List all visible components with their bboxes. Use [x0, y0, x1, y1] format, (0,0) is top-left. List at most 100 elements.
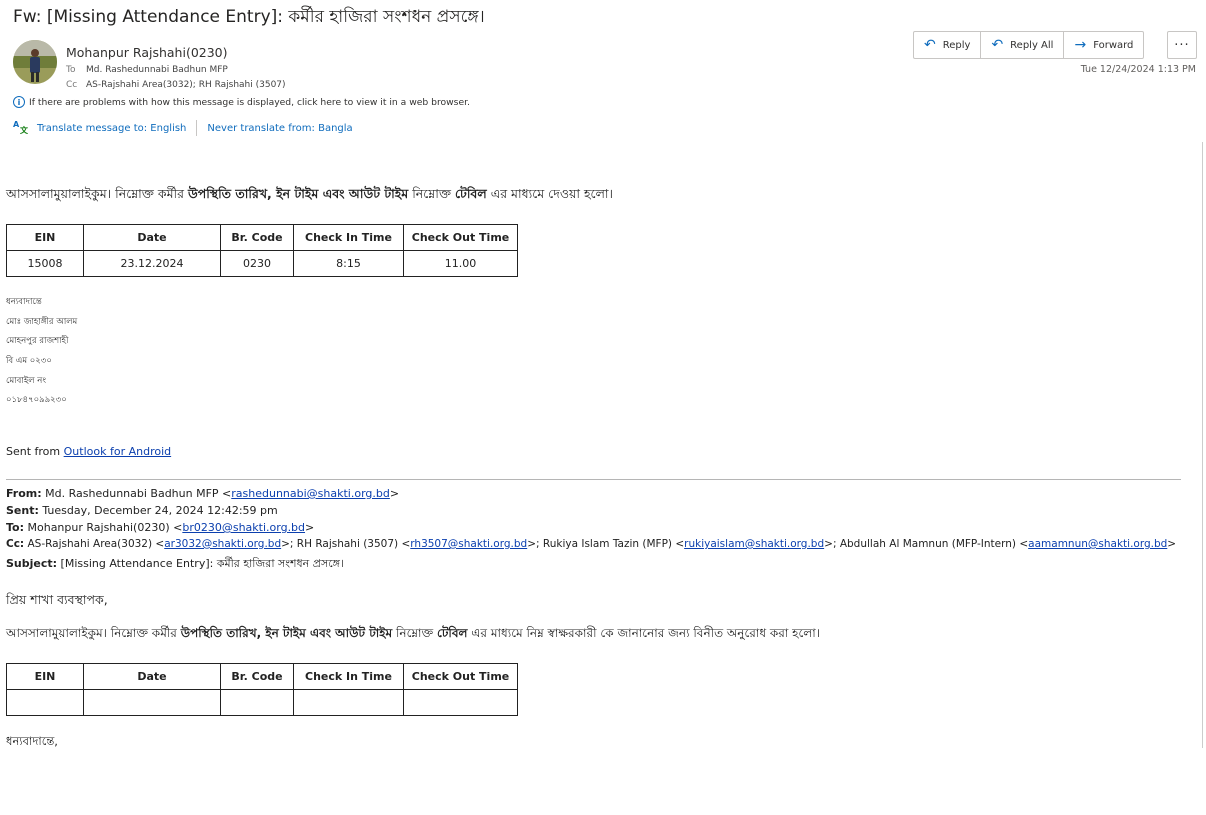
fwd-from-name: Md. Rashedunnabi Badhun MFP — [45, 487, 219, 500]
cc-label: Cc — [66, 80, 78, 90]
to-recipients: To Md. Rashedunnabi Badhun MFP — [66, 65, 228, 75]
col-ein: EIN — [6, 224, 84, 251]
signature-line: মোবাইল নং — [6, 376, 47, 386]
fwd-intro: আসসালামুয়ালাইকুম। নিম্নোক্ত কর্মীর উপস্… — [6, 625, 820, 645]
translate-bar: A文 Translate message to: English Never t… — [13, 120, 353, 136]
fwd-cc-name: Rukiya Islam Tazin (MFP) — [542, 538, 672, 550]
fwd-cc: Cc: AS-Rajshahi Area(3032) <ar3032@shakt… — [6, 538, 1177, 550]
col-br-code: Br. Code — [220, 663, 294, 690]
info-icon: i — [13, 96, 25, 108]
outlook-android-link[interactable]: Outlook for Android — [64, 445, 171, 458]
col-date: Date — [83, 663, 221, 690]
fwd-cc-email[interactable]: ar3032@shakti.org.bd — [164, 538, 281, 550]
fwd-sent: Sent: Tuesday, December 24, 2024 12:42:5… — [6, 504, 278, 517]
col-br-code: Br. Code — [220, 224, 294, 251]
sender-name[interactable]: Mohanpur Rajshahi(0230) — [66, 45, 228, 60]
signature-line: মোঃ জাহাঙ্গীর আলম — [6, 317, 78, 327]
cell-check-out[interactable] — [403, 689, 518, 716]
never-translate-link[interactable]: Never translate from: Bangla — [207, 123, 352, 134]
cell-check-in: 8:15 — [293, 250, 404, 277]
fwd-cc-email[interactable]: rukiyaislam@shakti.org.bd — [684, 538, 824, 550]
signature-line: ধন্যবাদান্তে — [6, 297, 42, 307]
col-check-out: Check Out Time — [403, 224, 518, 251]
fwd-attendance-table: EIN Date Br. Code Check In Time Check Ou… — [6, 663, 518, 716]
fwd-from-label: From: — [6, 487, 42, 500]
fwd-cc-name: AS-Rajshahi Area(3032) — [27, 538, 153, 550]
fwd-intro-bold-2: টেবিল — [437, 626, 468, 640]
table-header-row: EIN Date Br. Code Check In Time Check Ou… — [6, 224, 518, 251]
col-check-in: Check In Time — [293, 224, 404, 251]
info-bar-text: If there are problems with how this mess… — [29, 96, 470, 108]
fwd-subject: Subject: [Missing Attendance Entry]: কর্… — [6, 555, 344, 574]
fwd-from: From: Md. Rashedunnabi Badhun MFP <rashe… — [6, 487, 400, 500]
fwd-to: To: Mohanpur Rajshahi(0230) <br0230@shak… — [6, 521, 315, 534]
signature-line: মোহনপুর রাজশাহী — [6, 336, 69, 346]
table-row: 15008 23.12.2024 0230 8:15 11.00 — [6, 250, 518, 277]
signature-line: বি এম ০২৩০ — [6, 356, 52, 366]
cell-br-code: 0230 — [220, 250, 294, 277]
fwd-intro-text: আসসালামুয়ালাইকুম। নিম্নোক্ত কর্মীর — [6, 626, 177, 640]
forward-label: Forward — [1093, 39, 1134, 51]
fwd-sent-label: Sent: — [6, 504, 39, 517]
fwd-closing: ধন্যবাদান্তে, — [6, 734, 58, 748]
fwd-cc-email[interactable]: rh3507@shakti.org.bd — [410, 538, 527, 550]
fwd-cc-email[interactable]: aamamnun@shakti.org.bd — [1028, 538, 1167, 550]
reply-icon: ↶ — [924, 37, 936, 53]
fwd-subject-label: Subject: — [6, 557, 58, 570]
forward-divider — [6, 479, 1181, 480]
intro-bold: উপস্থিতি তারিখ, ইন টাইম এবং আউট টাইম — [188, 186, 409, 201]
to-label: To — [66, 65, 76, 75]
col-ein: EIN — [6, 663, 84, 690]
sender-avatar[interactable] — [13, 40, 57, 84]
reply-all-button[interactable]: ↶ Reply All — [981, 31, 1065, 59]
sent-from-prefix: Sent from — [6, 445, 61, 458]
cc-recipients: Cc AS-Rajshahi Area(3032); RH Rajshahi (3… — [66, 80, 286, 90]
intro-text: আসসালামুয়ালাইকুম। নিম্নোক্ত কর্মীর — [6, 186, 185, 201]
fwd-to-label: To: — [6, 521, 24, 534]
fwd-cc-name: RH Rajshahi (3507) — [296, 538, 399, 550]
fwd-greeting: প্রিয় শাখা ব্যবস্থাপক, — [6, 592, 108, 607]
reply-label: Reply — [942, 39, 971, 51]
cell-check-in[interactable] — [293, 689, 404, 716]
fwd-sent-value: Tuesday, December 24, 2024 12:42:59 pm — [42, 504, 278, 517]
cell-date: 23.12.2024 — [83, 250, 221, 277]
col-check-out: Check Out Time — [403, 663, 518, 690]
signature-line: ০১৮৪৭০৯৯২৩০ — [6, 395, 67, 405]
table-row — [6, 689, 518, 716]
email-subject: Fw: [Missing Attendance Entry]: কর্মীর হ… — [13, 7, 485, 27]
cell-ein: 15008 — [6, 250, 84, 277]
fwd-cc-label: Cc: — [6, 538, 25, 550]
translate-icon: A文 — [13, 120, 28, 135]
attendance-table: EIN Date Br. Code Check In Time Check Ou… — [6, 224, 518, 277]
cc-value[interactable]: AS-Rajshahi Area(3032); RH Rajshahi (350… — [86, 80, 286, 90]
intro-text-3: এর মাধ্যমে দেওয়া হলো। — [490, 186, 613, 201]
intro-text-2: নিম্নোক্ত — [412, 186, 451, 201]
intro-bold-2: টেবিল — [454, 186, 487, 201]
translate-link[interactable]: Translate message to: English — [37, 123, 186, 134]
sent-from: Sent from Outlook for Android — [6, 445, 171, 458]
message-intro: আসসালামুয়ালাইকুম। নিম্নোক্ত কর্মীর উপস্… — [6, 186, 613, 206]
fwd-subject-value: [Missing Attendance Entry]: কর্মীর হাজির… — [60, 557, 344, 570]
cell-ein[interactable] — [6, 689, 84, 716]
reply-all-icon: ↶ — [991, 37, 1004, 53]
fwd-cc-name: Abdullah Al Mamnun (MFP-Intern) — [839, 538, 1017, 550]
message-actions: ↶ Reply ↶ Reply All → Forward — [913, 31, 1145, 59]
fwd-intro-bold: উপস্থিতি তারিখ, ইন টাইম এবং আউট টাইম — [180, 626, 393, 640]
fwd-to-name: Mohanpur Rajshahi(0230) — [27, 521, 170, 534]
to-value[interactable]: Md. Rashedunnabi Badhun MFP — [86, 65, 228, 75]
fwd-from-email[interactable]: rashedunnabi@shakti.org.bd — [231, 487, 390, 500]
cell-date[interactable] — [83, 689, 221, 716]
reply-all-label: Reply All — [1010, 39, 1054, 51]
reply-button[interactable]: ↶ Reply — [913, 31, 982, 59]
cell-check-out: 11.00 — [403, 250, 518, 277]
forward-icon: → — [1074, 37, 1087, 53]
forward-button[interactable]: → Forward — [1064, 31, 1145, 59]
fwd-to-email[interactable]: br0230@shakti.org.bd — [182, 521, 305, 534]
col-check-in: Check In Time — [293, 663, 404, 690]
scrollbar[interactable] — [1202, 142, 1206, 748]
info-bar[interactable]: i If there are problems with how this me… — [13, 96, 470, 108]
table-header-row: EIN Date Br. Code Check In Time Check Ou… — [6, 663, 518, 690]
cell-br-code[interactable] — [220, 689, 294, 716]
more-actions-button[interactable]: ··· — [1167, 31, 1197, 59]
col-date: Date — [83, 224, 221, 251]
